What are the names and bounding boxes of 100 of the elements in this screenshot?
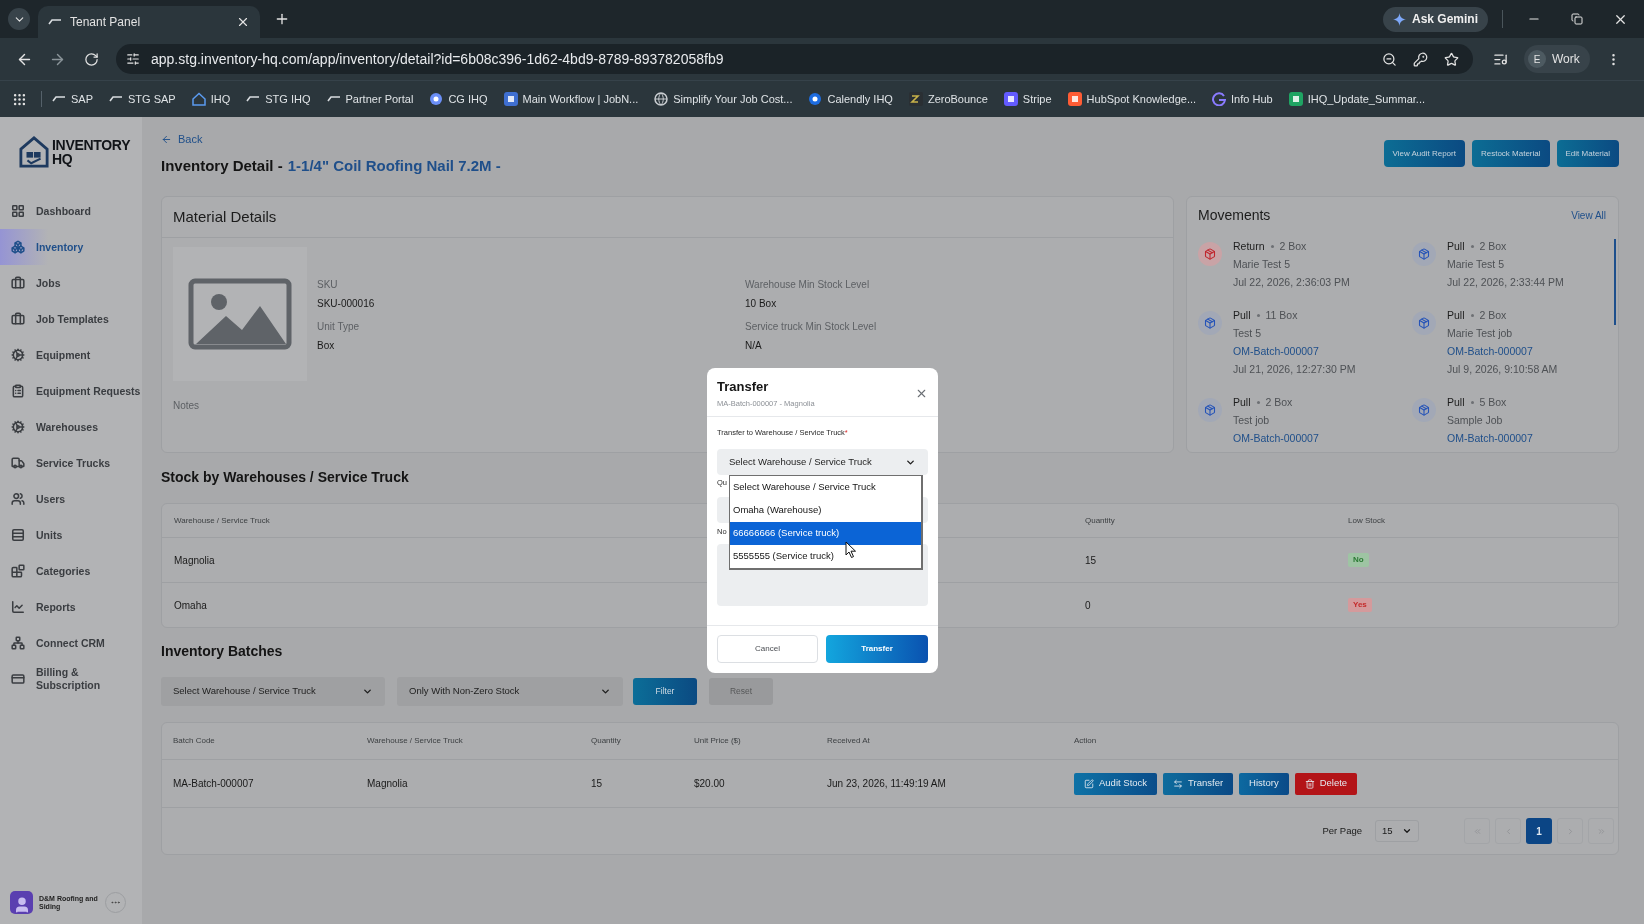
dialog-title: Transfer — [717, 379, 769, 395]
material-name: 1-1/4" Coil Roofing Nail 7.2M - — [287, 156, 501, 176]
square-icon — [503, 92, 518, 106]
table-cell-text: Jun 23, 2026, 11:49:19 AM — [827, 777, 946, 791]
bookmark[interactable]: Partner Portal — [326, 90, 414, 108]
view-all-link[interactable]: View All — [1571, 207, 1606, 223]
movement-date: Jul 21, 2026, 12:27:30 PM — [1233, 362, 1356, 377]
sidebar-item[interactable]: Categories — [0, 553, 142, 589]
column-header: Quantity — [1085, 514, 1115, 527]
apps-grid-icon[interactable] — [12, 91, 27, 107]
row-action-button[interactable]: Audit Stock — [1074, 772, 1158, 795]
field-label: Service truck Min Stock Level — [745, 320, 877, 334]
stock-filter-select[interactable]: Only With Non-Zero Stock — [397, 677, 623, 706]
key-icon[interactable] — [1413, 51, 1428, 67]
movement-amount: 2 Box — [1265, 395, 1293, 410]
bookmark[interactable]: ZeroBounce — [908, 90, 988, 108]
status-badge: Yes — [1348, 598, 1372, 612]
package-icon — [1198, 398, 1222, 422]
credit-card-icon — [11, 672, 25, 686]
dash-icon — [48, 19, 62, 25]
bookmark[interactable]: STG SAP — [109, 90, 176, 108]
field-value: Box — [317, 339, 335, 353]
bookmark[interactable]: Info Hub — [1212, 90, 1273, 108]
row-action-button[interactable]: Delete — [1294, 772, 1358, 795]
movement-amount: 2 Box — [1279, 239, 1307, 254]
cog-icon — [11, 420, 25, 434]
sidebar-item[interactable]: Service Trucks — [0, 445, 142, 481]
bookmark[interactable]: HubSpot Knowledge... — [1067, 90, 1197, 108]
logo-text: INVENTORY — [52, 138, 131, 152]
header-action-button[interactable]: Restock Material — [1471, 140, 1550, 167]
sidebar-item[interactable]: Jobs — [0, 265, 142, 301]
batch-link[interactable]: OM-Batch-000007 — [1233, 429, 1319, 447]
dropdown-option[interactable]: Omaha (Warehouse) — [730, 499, 921, 522]
movement-type: Pull — [1233, 395, 1251, 410]
movement-date: Jul 22, 2026, 2:33:44 PM — [1447, 275, 1564, 290]
sidebar-item[interactable]: Reports — [0, 589, 142, 625]
bookmark[interactable]: Main Workflow | JobN... — [503, 90, 639, 108]
movement-amount: 2 Box — [1479, 239, 1507, 254]
blocks-icon — [11, 564, 25, 578]
zoom-out-icon[interactable] — [1382, 51, 1397, 67]
sidebar-item[interactable]: Units — [0, 517, 142, 553]
bookmark[interactable]: SAP — [52, 90, 93, 108]
batch-link[interactable]: OM-Batch-000007 — [1447, 429, 1533, 447]
cancel-button[interactable]: Cancel — [717, 635, 818, 663]
circle-icon — [429, 92, 444, 106]
scrollbar[interactable] — [1614, 239, 1616, 325]
tab-list-button[interactable] — [8, 8, 30, 30]
filter-button[interactable]: Filter — [633, 678, 697, 705]
media-list-icon[interactable] — [1493, 51, 1508, 67]
sidebar-item[interactable]: Warehouses — [0, 409, 142, 445]
batch-link[interactable]: OM-Batch-000007 — [1447, 342, 1533, 360]
back-link[interactable]: Back — [161, 132, 203, 146]
dash-icon — [326, 96, 341, 102]
browser-tab[interactable]: Tenant Panel — [38, 6, 260, 38]
sidebar-item[interactable]: Dashboard — [0, 193, 142, 229]
profile-button[interactable]: E Work — [1524, 45, 1590, 73]
submit-button[interactable]: Transfer — [826, 635, 928, 663]
reload-icon[interactable] — [84, 51, 99, 67]
cog-icon — [11, 348, 25, 362]
bookmark[interactable]: IHQ_Update_Summar... — [1288, 90, 1426, 108]
movement-amount: 11 Box — [1265, 308, 1298, 323]
column-header: Quantity — [591, 735, 621, 747]
dropdown-option[interactable]: 5555555 (Service truck) — [730, 545, 921, 568]
destination-select[interactable]: Select Warehouse / Service Truck — [717, 449, 928, 475]
sidebar-item[interactable]: Connect CRM — [0, 625, 142, 661]
column-header: Unit Price ($) — [694, 735, 741, 747]
bookmark[interactable]: Calendly IHQ — [808, 90, 893, 108]
row-action-button[interactable]: Transfer — [1163, 772, 1234, 795]
assistant-button[interactable]: Ask Gemini — [1382, 6, 1488, 32]
sidebar-item[interactable]: Users — [0, 481, 142, 517]
card-title: Material Details — [173, 206, 277, 227]
dropdown-option[interactable]: Select Warehouse / Service Truck — [730, 476, 921, 499]
table-cell-text: $20.00 — [694, 777, 725, 791]
location-filter-select[interactable]: Select Warehouse / Service Truck — [161, 677, 385, 706]
bookmark[interactable]: IHQ — [191, 90, 231, 108]
square-icon — [1003, 92, 1018, 106]
dash-icon — [246, 96, 261, 102]
dash-icon — [52, 96, 66, 102]
star-icon[interactable] — [1444, 51, 1459, 67]
table-cell-text: 15 — [591, 777, 603, 791]
batch-link[interactable]: OM-Batch-000007 — [1233, 342, 1319, 360]
bookmark[interactable]: Simplify Your Job Cost... — [654, 90, 793, 108]
sidebar-item[interactable]: Equipment — [0, 337, 142, 373]
page-button[interactable]: 1 — [1526, 818, 1552, 844]
chevron-down-icon — [362, 686, 373, 697]
row-action-button[interactable]: History — [1239, 772, 1289, 795]
restore-icon[interactable] — [1571, 13, 1583, 25]
bookmark[interactable]: CG IHQ — [429, 90, 488, 108]
address-bar[interactable]: app.stg.inventory-hq.com/app/inventory/detail?id=6b08c396-1d62-4bd9-8789-893782058fb9 — [116, 44, 1473, 74]
dropdown-option[interactable]: 66666666 (Service truck) — [730, 522, 921, 545]
sidebar-item[interactable]: Equipment Requests — [0, 373, 142, 409]
close-icon — [236, 15, 250, 29]
per-page-select[interactable]: 15 — [1375, 820, 1419, 842]
plus-icon[interactable] — [274, 11, 290, 27]
bookmark[interactable]: Stripe — [1003, 90, 1052, 108]
sidebar-item[interactable]: Billing & Subscription — [0, 661, 142, 697]
header-action-button[interactable]: View Audit Report — [1383, 140, 1465, 167]
bookmark[interactable]: STG IHQ — [246, 90, 311, 108]
sidebar-item[interactable]: Job Templates — [0, 301, 142, 337]
header-action-button[interactable]: Edit Material — [1556, 140, 1619, 167]
